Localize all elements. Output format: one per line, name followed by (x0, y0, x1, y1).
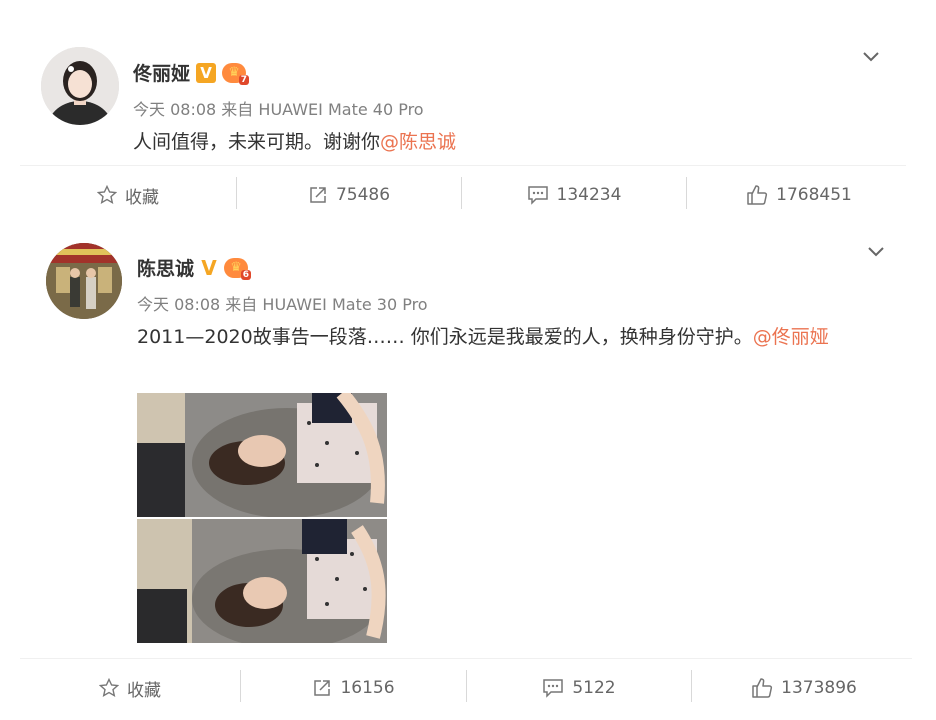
like-count: 1768451 (776, 185, 852, 205)
post-time[interactable]: 今天 08:08 (133, 100, 216, 119)
comment-button[interactable]: 5122 (467, 668, 691, 708)
username[interactable]: 陈思诚 (137, 254, 194, 281)
post-meta: 今天 08:08 来自 HUAWEI Mate 40 Pro (133, 96, 424, 120)
like-button[interactable]: 1768451 (687, 175, 911, 215)
avatar[interactable] (46, 243, 122, 319)
post-author: 佟丽娅 V ♛ 7 (133, 59, 250, 86)
post-time[interactable]: 今天 08:08 (137, 295, 220, 314)
source-prefix: 来自 (225, 295, 258, 314)
post-body: 人间值得，未来可期。谢谢你 (133, 131, 381, 153)
thumbs-up-icon (747, 185, 768, 205)
post-image-2[interactable] (137, 519, 387, 643)
repost-count: 75486 (335, 185, 391, 205)
verified-badge-icon: V (201, 255, 217, 280)
action-bar: 收藏 75486 134234 1768451 (0, 175, 936, 215)
weibo-post-2: 陈思诚 V ♛ 6 今天 08:08 来自 HUAWEI Mate 30 Pro … (0, 230, 936, 660)
comment-button[interactable]: 134234 (462, 175, 686, 215)
post-meta: 今天 08:08 来自 HUAWEI Mate 30 Pro (137, 291, 428, 315)
username[interactable]: 佟丽娅 (133, 59, 190, 86)
like-button[interactable]: 1373896 (692, 668, 916, 708)
avatar[interactable] (41, 47, 119, 125)
mention-link[interactable]: @陈思诚 (380, 131, 456, 153)
chevron-down-icon[interactable] (860, 46, 882, 68)
vip-level-icon: ♛ 6 (224, 257, 252, 280)
source-device: HUAWEI Mate 40 Pro (258, 100, 424, 119)
post-author: 陈思诚 V ♛ 6 (137, 254, 252, 281)
post-body: 2011—2020故事告一段落…… 你们永远是我最爱的人，换种身份守护。 (137, 326, 753, 348)
share-icon (310, 187, 326, 203)
chevron-down-icon[interactable] (865, 241, 887, 263)
comment-count: 5122 (572, 678, 616, 698)
source-prefix: 来自 (221, 100, 254, 119)
divider (20, 165, 906, 166)
vip-level: 7 (238, 74, 250, 85)
post-text: 人间值得，未来可期。谢谢你@陈思诚 (133, 127, 456, 154)
action-bar: 收藏 16156 5122 1373896 (0, 668, 936, 708)
mention-link[interactable]: @佟丽娅 (753, 326, 829, 348)
verified-badge-icon: V (196, 62, 217, 83)
star-icon (99, 678, 119, 698)
favorite-button[interactable]: 收藏 (20, 668, 240, 708)
vip-level-icon: ♛ 7 (222, 62, 250, 85)
repost-count: 16156 (340, 678, 395, 698)
comment-count: 134234 (556, 185, 622, 205)
favorite-label: 收藏 (125, 187, 159, 208)
star-icon (97, 185, 117, 205)
comment-icon (543, 679, 564, 698)
repost-button[interactable]: 75486 (237, 175, 461, 215)
vip-level: 6 (240, 269, 252, 280)
source-device: HUAWEI Mate 30 Pro (262, 295, 428, 314)
share-icon (314, 680, 331, 696)
thumbs-up-icon (752, 678, 773, 698)
divider (20, 658, 912, 659)
favorite-button[interactable]: 收藏 (20, 175, 236, 215)
post-text: 2011—2020故事告一段落…… 你们永远是我最爱的人，换种身份守护。@佟丽娅 (137, 322, 829, 349)
post-image-1[interactable] (137, 393, 387, 517)
comment-icon (527, 186, 548, 205)
like-count: 1373896 (781, 678, 857, 698)
favorite-label: 收藏 (127, 680, 161, 701)
repost-button[interactable]: 16156 (241, 668, 466, 708)
